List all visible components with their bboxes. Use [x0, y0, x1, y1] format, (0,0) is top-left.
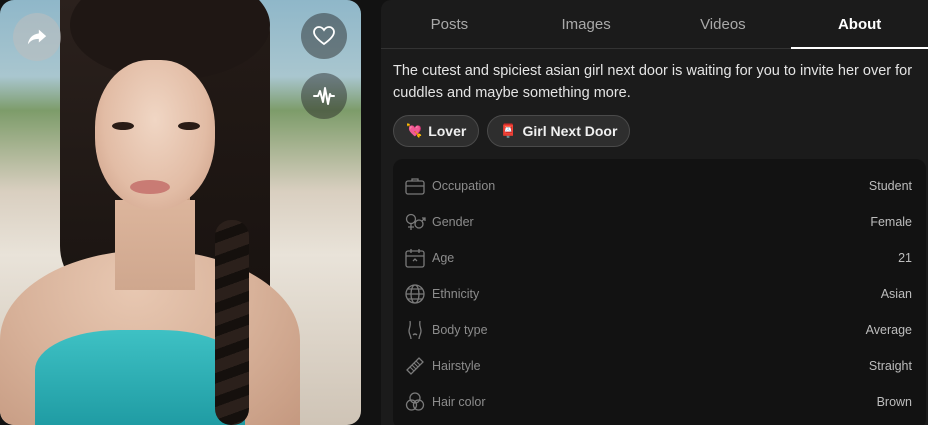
heart-arrow-icon: 💘 [406, 123, 423, 138]
detail-row-body-type: Body type Average [393, 312, 926, 348]
sound-wave-icon [312, 84, 336, 108]
like-button[interactable] [301, 13, 347, 59]
tab-posts[interactable]: Posts [381, 0, 518, 48]
detail-label: Occupation [432, 179, 496, 193]
voice-button[interactable] [301, 73, 347, 119]
tag-girl-next-door[interactable]: 📮 Girl Next Door [487, 115, 631, 147]
detail-value: 21 [898, 251, 912, 265]
detail-value: Average [865, 323, 912, 337]
comb-icon [403, 354, 427, 378]
profile-panel: Posts Images Videos About The cutest and… [381, 0, 928, 425]
detail-row-hairstyle: Hairstyle Straight [393, 348, 926, 384]
tab-videos[interactable]: Videos [655, 0, 792, 48]
globe-icon [403, 282, 427, 306]
color-circles-icon [403, 390, 427, 414]
tag-label: Lover [428, 123, 467, 139]
detail-row-occupation: Occupation Student [393, 168, 926, 204]
calendar-icon [403, 246, 427, 270]
detail-value: Student [868, 179, 912, 193]
details-card: Occupation Student Gender Female Age 21 [393, 159, 926, 425]
detail-row-age: Age 21 [393, 240, 926, 276]
detail-row-gender: Gender Female [393, 204, 926, 240]
tab-about[interactable]: About [791, 0, 928, 49]
tag-label: Girl Next Door [522, 123, 618, 139]
detail-label: Body type [432, 323, 488, 337]
tab-images[interactable]: Images [518, 0, 655, 48]
detail-label: Ethnicity [432, 287, 480, 301]
share-button[interactable] [13, 13, 61, 61]
detail-value: Brown [876, 395, 912, 409]
detail-label: Gender [432, 215, 474, 229]
share-arrow-icon [26, 26, 48, 48]
tag-lover[interactable]: 💘 Lover [393, 115, 480, 147]
about-description: The cutest and spiciest asian girl next … [393, 63, 913, 101]
detail-value: Female [870, 215, 912, 229]
detail-value: Asian [880, 287, 912, 301]
gender-icon [403, 210, 427, 234]
heart-outline-icon [312, 24, 336, 48]
character-profile: Posts Images Videos About The cutest and… [0, 0, 928, 425]
detail-label: Age [432, 251, 455, 265]
personality-tags: 💘 Lover 📮 Girl Next Door [393, 115, 631, 147]
detail-row-ethnicity: Ethnicity Asian [393, 276, 926, 312]
character-photo [0, 0, 361, 425]
detail-label: Hairstyle [432, 359, 481, 373]
detail-label: Hair color [432, 395, 486, 409]
profile-tabs: Posts Images Videos About [381, 0, 928, 49]
detail-value: Straight [868, 359, 912, 373]
postbox-icon: 📮 [500, 123, 517, 138]
briefcase-icon [403, 174, 427, 198]
detail-row-hair-color: Hair color Brown [393, 384, 926, 420]
body-icon [403, 318, 427, 342]
